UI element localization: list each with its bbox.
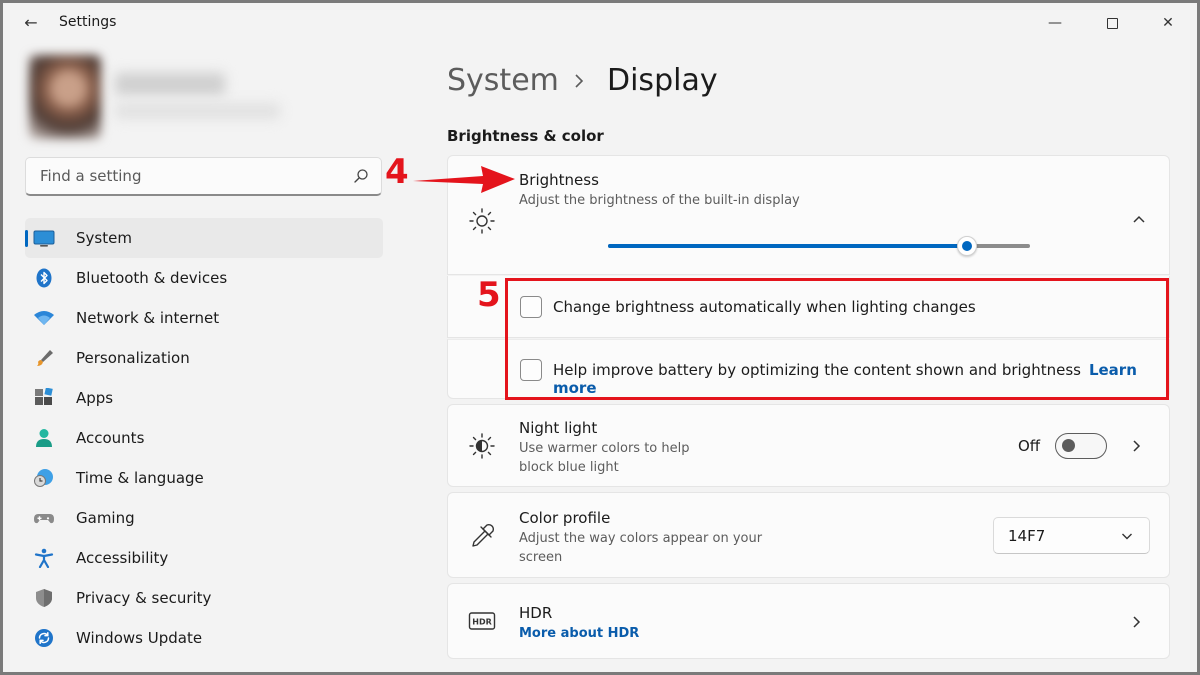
sidebar-item-apps[interactable]: Apps [25, 378, 383, 418]
avatar[interactable] [29, 55, 101, 139]
chevron-right-icon[interactable] [1129, 615, 1143, 629]
sidebar-item-accessibility[interactable]: Accessibility [25, 538, 383, 578]
hdr-card[interactable]: HDR HDR More about HDR [447, 583, 1170, 659]
apps-icon [35, 388, 53, 405]
minimize-button[interactable]: — [1033, 9, 1077, 37]
clock-globe-icon [34, 469, 53, 487]
eyedropper-icon [472, 523, 495, 547]
sidebar-item-time-language[interactable]: Time & language [25, 458, 383, 498]
sidebar-item-label: System [76, 229, 132, 247]
color-profile-value: 14F7 [1008, 527, 1046, 545]
sidebar-item-network[interactable]: Network & internet [25, 298, 383, 338]
sidebar-item-bluetooth[interactable]: Bluetooth & devices [25, 258, 383, 298]
sidebar-item-label: Accessibility [76, 549, 169, 567]
page-title: Display [607, 63, 718, 98]
slider-fill [608, 244, 967, 248]
annotation-step-4: 4 [385, 152, 409, 192]
sidebar-item-system[interactable]: System [25, 218, 383, 258]
search-icon[interactable] [353, 168, 369, 184]
night-light-title: Night light [519, 419, 598, 437]
night-light-subtitle-2: block blue light [519, 460, 619, 475]
hdr-title: HDR [519, 604, 553, 622]
color-profile-title: Color profile [519, 509, 611, 527]
toggle-knob [1062, 439, 1075, 452]
breadcrumb-parent[interactable]: System [447, 63, 559, 98]
sidebar-item-label: Gaming [76, 509, 135, 527]
slider-thumb[interactable] [956, 236, 977, 256]
color-profile-dropdown[interactable]: 14F7 [993, 517, 1150, 554]
accessibility-icon [34, 548, 54, 568]
maximize-button[interactable] [1090, 9, 1134, 37]
bluetooth-icon [36, 268, 52, 288]
sidebar-item-label: Accounts [76, 429, 145, 447]
chevron-right-icon[interactable] [1129, 439, 1143, 453]
brightness-title: Brightness [519, 171, 599, 189]
back-button[interactable]: ← [17, 11, 45, 35]
color-profile-subtitle-1: Adjust the way colors appear on your [519, 531, 763, 546]
profile-name-blurred [115, 73, 225, 95]
sidebar-item-label: Apps [76, 389, 114, 407]
night-light-card[interactable]: Night light Use warmer colors to help bl… [447, 404, 1170, 487]
brightness-subtitle: Adjust the brightness of the built-in di… [519, 193, 800, 208]
sidebar-item-label: Windows Update [76, 629, 203, 647]
chevron-down-icon [1122, 533, 1132, 540]
sun-icon [469, 208, 495, 234]
night-light-state: Off [1018, 437, 1041, 455]
search-box[interactable] [25, 157, 382, 196]
brightness-card: Brightness Adjust the brightness of the … [447, 155, 1170, 275]
annotation-arrow-icon [413, 166, 515, 193]
night-light-icon [469, 433, 495, 459]
color-profile-card: Color profile Adjust the way colors appe… [447, 492, 1170, 578]
maximize-icon [1106, 17, 1118, 29]
close-button[interactable]: ✕ [1146, 9, 1190, 37]
sidebar-item-label: Time & language [76, 469, 204, 487]
app-title: Settings [59, 14, 117, 30]
profile-email-blurred [115, 103, 280, 119]
color-profile-subtitle-2: screen [519, 550, 563, 565]
sidebar-item-label: Bluetooth & devices [76, 269, 228, 287]
settings-window: ← Settings — ✕ System [3, 3, 1197, 672]
sidebar-item-label: Network & internet [76, 309, 220, 327]
gamepad-icon [34, 514, 54, 524]
chevron-right-icon [575, 74, 584, 88]
section-title: Brightness & color [447, 127, 604, 145]
wifi-icon [34, 311, 54, 325]
sidebar-item-label: Privacy & security [76, 589, 212, 607]
night-light-subtitle-1: Use warmer colors to help [519, 441, 690, 456]
sidebar-item-windows-update[interactable]: Windows Update [25, 618, 383, 658]
update-icon [35, 629, 53, 647]
sidebar-nav: System Bluetooth & devices Network & int… [25, 218, 383, 658]
night-light-toggle[interactable] [1055, 433, 1107, 459]
annotation-step-5: 5 [477, 275, 501, 315]
chevron-up-icon[interactable] [1132, 212, 1146, 226]
brush-icon [37, 350, 53, 366]
search-input[interactable] [26, 158, 346, 194]
title-bar: ← Settings — ✕ [3, 3, 1197, 43]
shield-icon [36, 589, 52, 607]
brightness-slider[interactable] [608, 236, 1030, 256]
person-icon [36, 429, 52, 447]
more-about-hdr-link[interactable]: More about HDR [519, 626, 639, 641]
sidebar-item-personalization[interactable]: Personalization [25, 338, 383, 378]
hdr-icon: HDR [468, 612, 496, 630]
sidebar-item-privacy-security[interactable]: Privacy & security [25, 578, 383, 618]
hdr-icon-text: HDR [472, 618, 492, 627]
monitor-icon [33, 230, 55, 247]
sidebar-item-accounts[interactable]: Accounts [25, 418, 383, 458]
sidebar-item-gaming[interactable]: Gaming [25, 498, 383, 538]
annotation-highlight-box [505, 278, 1169, 400]
sidebar-item-label: Personalization [76, 349, 190, 367]
